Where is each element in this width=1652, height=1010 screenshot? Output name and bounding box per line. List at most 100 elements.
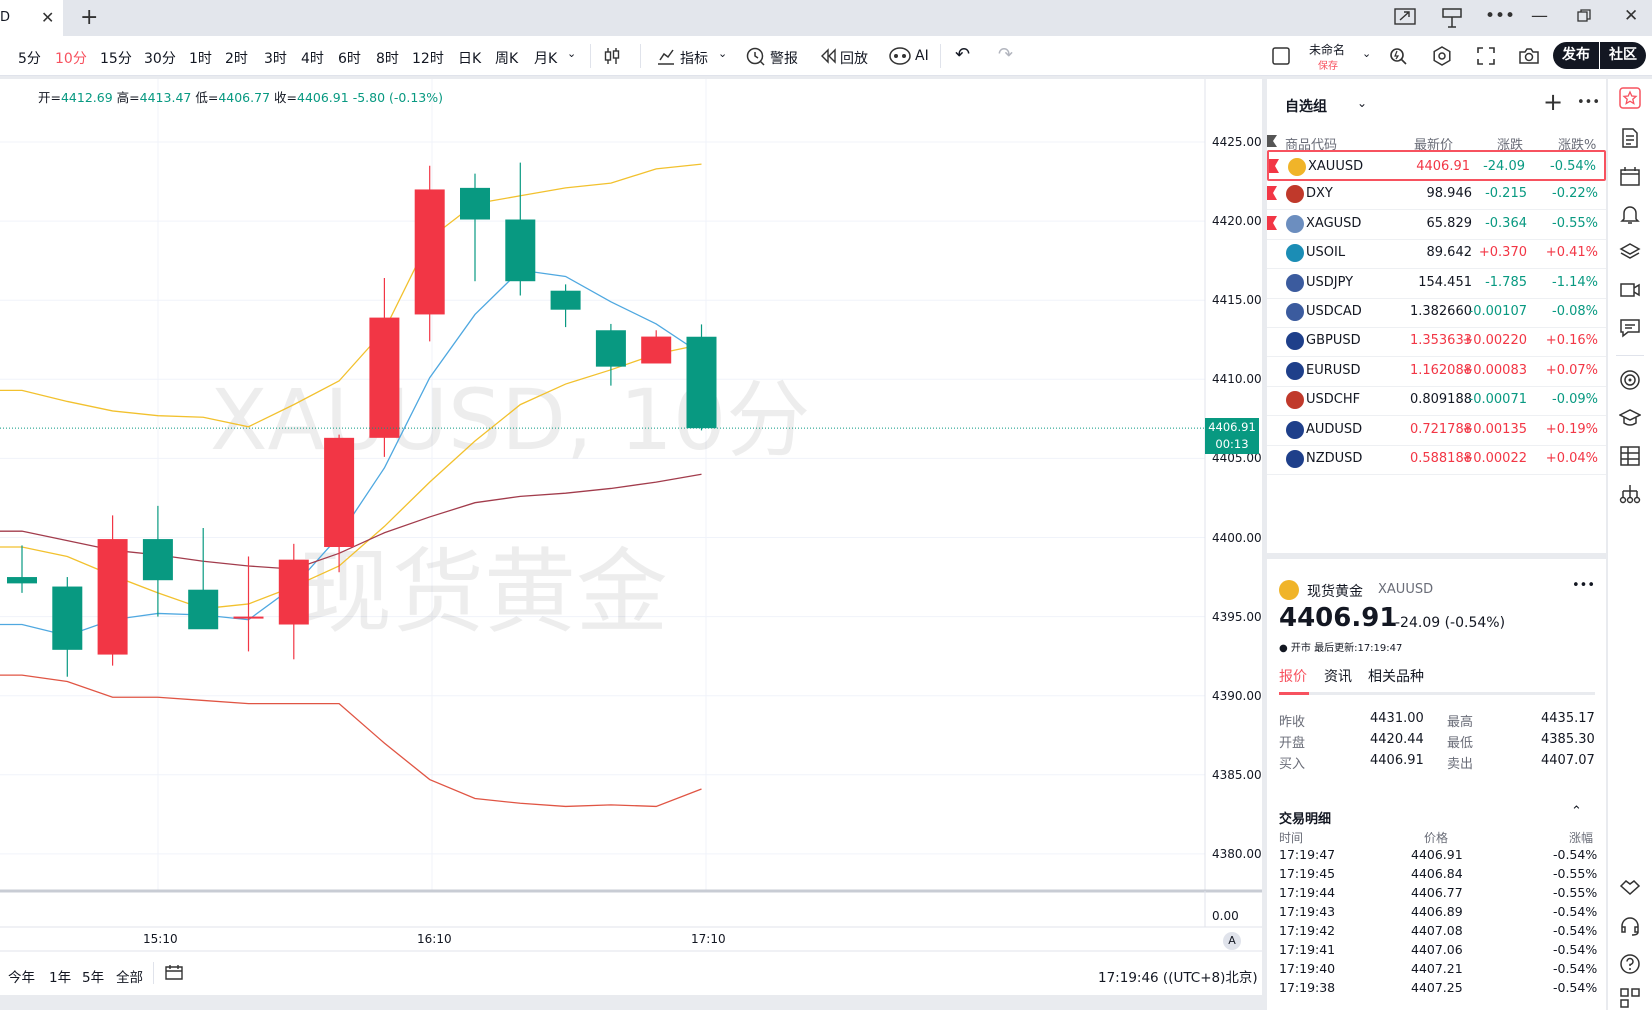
support-headset-icon[interactable]	[1619, 915, 1641, 937]
ai-button[interactable]: AI	[915, 48, 929, 64]
signpost-icon[interactable]	[1440, 6, 1464, 28]
candle	[188, 528, 219, 630]
watchlist-row[interactable]: NZDUSD 0.588188 +0.00022 +0.04%	[1267, 444, 1606, 475]
notes-icon[interactable]	[1619, 127, 1641, 149]
watchlist-row[interactable]: USDJPY 154.451 -1.785 -1.14%	[1267, 268, 1606, 299]
symbol-icon	[1288, 158, 1306, 176]
x-tick: 16:10	[417, 932, 452, 946]
interval-2[interactable]: 15分	[100, 48, 132, 68]
ai-icon[interactable]	[888, 46, 912, 66]
watchlist-row[interactable]: DXY 98.946 -0.215 -0.22%	[1267, 179, 1606, 211]
indicators-button[interactable]: 指标	[680, 48, 708, 68]
layout-name[interactable]: 未命名	[1309, 41, 1345, 58]
alert-button[interactable]: 警报	[770, 48, 798, 68]
publish-button[interactable]: 发布	[1553, 42, 1599, 69]
interval-11[interactable]: 日K	[458, 48, 481, 68]
close-tab-icon[interactable]: ✕	[41, 8, 54, 27]
watchlist-row[interactable]: USDCHF 0.809188 -0.00071 -0.09%	[1267, 385, 1606, 417]
symbol-icon	[1286, 303, 1304, 321]
indicators-icon[interactable]	[656, 46, 676, 66]
chart-clock[interactable]: 17:19:46 ((UTC+8)北京)	[1098, 966, 1258, 986]
red-flag-icon[interactable]	[1269, 159, 1279, 173]
community-button[interactable]: 社区	[1600, 42, 1646, 69]
range-2[interactable]: 5年	[82, 966, 104, 986]
replay-button[interactable]: 回放	[840, 48, 868, 68]
watchlist-star-icon[interactable]	[1619, 87, 1641, 109]
calendar-icon[interactable]	[1619, 165, 1641, 187]
layers-icon[interactable]	[1619, 241, 1641, 263]
settings-icon[interactable]	[1432, 46, 1452, 66]
flag-column-icon[interactable]	[1267, 135, 1277, 147]
undo-icon[interactable]: ↶	[955, 44, 970, 65]
browser-tab[interactable]: D ✕	[0, 0, 63, 36]
screenshot-icon[interactable]	[1518, 46, 1540, 66]
table-icon[interactable]	[1619, 445, 1641, 467]
red-flag-icon[interactable]	[1267, 215, 1277, 230]
interval-1[interactable]: 10分	[55, 48, 87, 68]
auto-scale-button[interactable]: A	[1223, 932, 1241, 950]
interval-4[interactable]: 1时	[189, 48, 212, 68]
hierarchy-icon[interactable]	[1619, 483, 1641, 505]
trade-time: 17:19:43	[1279, 904, 1336, 919]
notification-bell-icon[interactable]	[1619, 203, 1641, 225]
minimize-icon[interactable]: —	[1531, 6, 1548, 26]
alert-icon[interactable]	[745, 46, 765, 66]
video-icon[interactable]	[1619, 279, 1641, 301]
replay-icon[interactable]	[820, 48, 836, 64]
interval-7[interactable]: 4时	[301, 48, 324, 68]
date-range-icon[interactable]	[164, 963, 184, 981]
interval-0[interactable]: 5分	[18, 48, 41, 68]
row-change-pct: -1.14%	[1552, 274, 1598, 290]
help-icon[interactable]	[1619, 953, 1641, 975]
signal-icon[interactable]	[1619, 369, 1641, 391]
add-symbol-icon[interactable]: +	[1543, 88, 1563, 116]
handshake-icon[interactable]	[1619, 875, 1641, 897]
range-1[interactable]: 1年	[49, 966, 71, 986]
range-0[interactable]: 今年	[8, 966, 35, 986]
range-3[interactable]: 全部	[116, 966, 143, 986]
interval-3[interactable]: 30分	[144, 48, 176, 68]
watchlist-row[interactable]: XAUUSD 4406.91 -24.09 -0.54%	[1267, 150, 1606, 181]
watchlist-row[interactable]: EURUSD 1.162088 +0.00083 +0.07%	[1267, 356, 1606, 387]
maximize-icon[interactable]	[1577, 9, 1591, 23]
tab-news[interactable]: 资讯	[1324, 666, 1352, 686]
layout-checkbox-icon[interactable]	[1272, 47, 1290, 65]
chat-icon[interactable]	[1619, 317, 1641, 339]
interval-10[interactable]: 12时	[412, 48, 444, 68]
fullscreen-icon[interactable]	[1476, 46, 1496, 66]
tab-related[interactable]: 相关品种	[1368, 666, 1424, 686]
watchlist-row[interactable]: USDCAD 1.382660 -0.00107 -0.08%	[1267, 297, 1606, 328]
interval-12[interactable]: 周K	[495, 48, 518, 68]
interval-8[interactable]: 6时	[338, 48, 361, 68]
interval-9[interactable]: 8时	[376, 48, 399, 68]
title-bar: D ✕ + ••• — ✕	[0, 0, 1652, 36]
price-chart[interactable]: XAUUSD, 10分 现货黄金	[0, 79, 1262, 995]
watchlist-row[interactable]: USOIL 89.642 +0.370 +0.41%	[1267, 238, 1606, 270]
detail-more-icon[interactable]: •••	[1572, 578, 1595, 593]
tab-quote[interactable]: 报价	[1279, 666, 1307, 686]
watchlist-row[interactable]: XAGUSD 65.829 -0.364 -0.55%	[1267, 209, 1606, 240]
interval-5[interactable]: 2时	[225, 48, 248, 68]
watchlist-title[interactable]: 自选组	[1285, 96, 1327, 116]
education-icon[interactable]	[1619, 407, 1641, 429]
chart-panel[interactable]: XAUUSD, 10分 现货黄金 开=4412.69 高=4413.47 低=4…	[0, 79, 1262, 995]
redo-icon[interactable]: ↷	[998, 44, 1013, 65]
watchlist-dropdown-icon[interactable]: ⌄	[1357, 96, 1367, 110]
new-tab-icon[interactable]: +	[80, 5, 98, 30]
collapse-trades-icon[interactable]: ⌃	[1571, 804, 1582, 819]
quick-search-icon[interactable]	[1388, 46, 1408, 66]
watchlist-more-icon[interactable]: •••	[1577, 95, 1600, 110]
interval-dropdown-icon[interactable]: ⌄	[567, 47, 576, 60]
candle-type-icon[interactable]	[603, 46, 621, 66]
grid-menu-icon[interactable]	[1619, 987, 1641, 1009]
interval-13[interactable]: 月K	[534, 48, 557, 68]
close-window-icon[interactable]: ✕	[1624, 6, 1638, 26]
restore-layout-icon[interactable]	[1394, 8, 1416, 26]
red-flag-icon[interactable]	[1267, 186, 1277, 201]
watchlist-row[interactable]: GBPUSD 1.353633 +0.00220 +0.16%	[1267, 326, 1606, 358]
layout-dropdown-icon[interactable]: ⌄	[1362, 47, 1371, 60]
interval-6[interactable]: 3时	[264, 48, 287, 68]
watchlist-row[interactable]: AUDUSD 0.721788 +0.00135 +0.19%	[1267, 415, 1606, 446]
indicators-dropdown-icon[interactable]: ⌄	[718, 47, 727, 60]
more-icon[interactable]: •••	[1485, 6, 1515, 26]
